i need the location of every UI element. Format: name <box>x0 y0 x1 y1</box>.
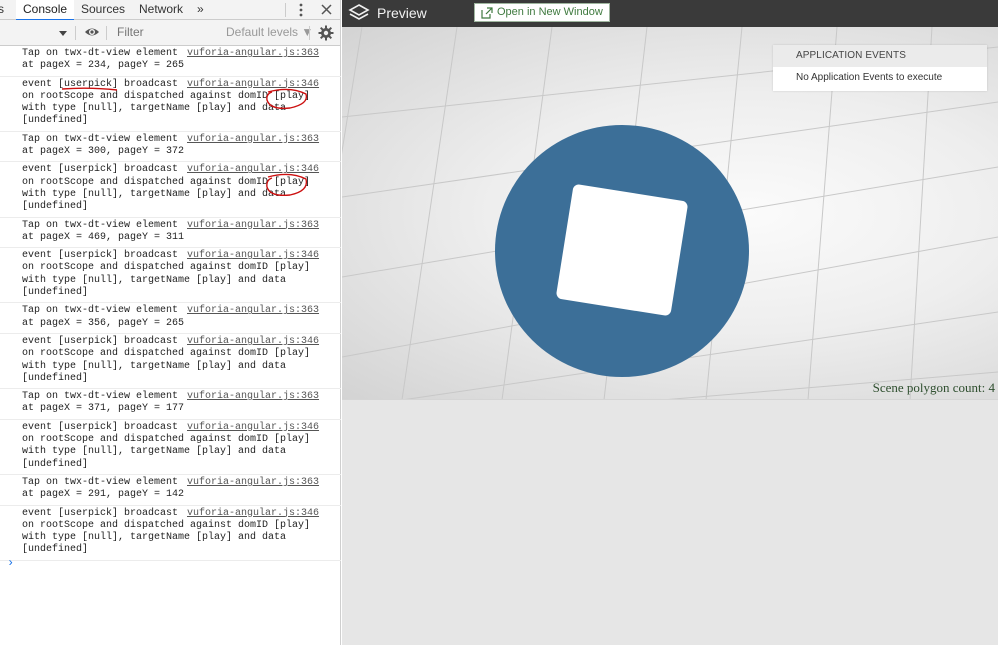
source-link[interactable]: vuforia-angular.js:346 <box>187 336 319 348</box>
console-message: event [userpick] broadcast on rootScope … <box>0 334 341 390</box>
annotation-marks <box>61 87 308 197</box>
source-link[interactable]: vuforia-angular.js:363 <box>187 220 319 232</box>
source-link[interactable]: vuforia-angular.js:363 <box>187 477 319 489</box>
console-message: Tap on twx-dt-view element at pageX = 46… <box>0 218 341 249</box>
application-events-heading: APPLICATION EVENTS <box>773 45 987 67</box>
preview-header: Preview Open in New Window <box>342 0 998 27</box>
application-events-panel: APPLICATION EVENTS No Application Events… <box>773 45 987 91</box>
message-text: Tap on twx-dt-view element at pageX = 29… <box>22 476 185 501</box>
console-message: event [userpick] broadcast on rootScope … <box>0 420 341 475</box>
console-message: event [userpick] broadcast on rootScope … <box>0 506 341 561</box>
annotation-circle <box>266 88 308 110</box>
console-message: Tap on twx-dt-view element at pageX = 37… <box>0 389 341 420</box>
annotation-circle <box>266 173 308 197</box>
console-prompt[interactable]: › <box>7 556 14 570</box>
preview-title: Preview <box>377 5 427 21</box>
layers-icon <box>348 4 370 20</box>
source-link[interactable]: vuforia-angular.js:346 <box>187 422 319 434</box>
source-link[interactable]: vuforia-angular.js:363 <box>187 305 319 317</box>
console-message: Tap on twx-dt-view element at pageX = 35… <box>0 303 341 334</box>
3d-scene-canvas[interactable]: APPLICATION EVENTS No Application Events… <box>342 27 998 400</box>
source-link[interactable]: vuforia-angular.js:346 <box>187 508 319 520</box>
source-link[interactable]: vuforia-angular.js:346 <box>187 250 319 262</box>
preview-lower-area <box>342 401 998 645</box>
source-link[interactable]: vuforia-angular.js:363 <box>187 391 319 403</box>
open-new-window-button[interactable]: Open in New Window <box>474 3 610 22</box>
application-events-empty: No Application Events to execute <box>796 72 943 83</box>
polygon-count: Scene polygon count: 4 <box>872 380 995 395</box>
console-message: Tap on twx-dt-view element at pageX = 29… <box>0 475 341 506</box>
external-link-icon <box>481 7 493 19</box>
devtools-panel: s Console Sources Network » Default leve… <box>0 0 341 645</box>
annotation-underline <box>61 87 118 91</box>
message-text: Tap on twx-dt-view element at pageX = 35… <box>22 305 185 329</box>
preview-panel: Preview Open in New Window APPLICATION E… <box>342 0 998 645</box>
stop-square-icon <box>555 183 689 317</box>
message-text: Tap on twx-dt-view element at pageX = 46… <box>22 219 185 243</box>
console-message: event [userpick] broadcast on rootScope … <box>0 248 341 304</box>
message-text: Tap on twx-dt-view element at pageX = 37… <box>22 391 185 415</box>
open-new-window-label: Open in New Window <box>497 6 603 18</box>
